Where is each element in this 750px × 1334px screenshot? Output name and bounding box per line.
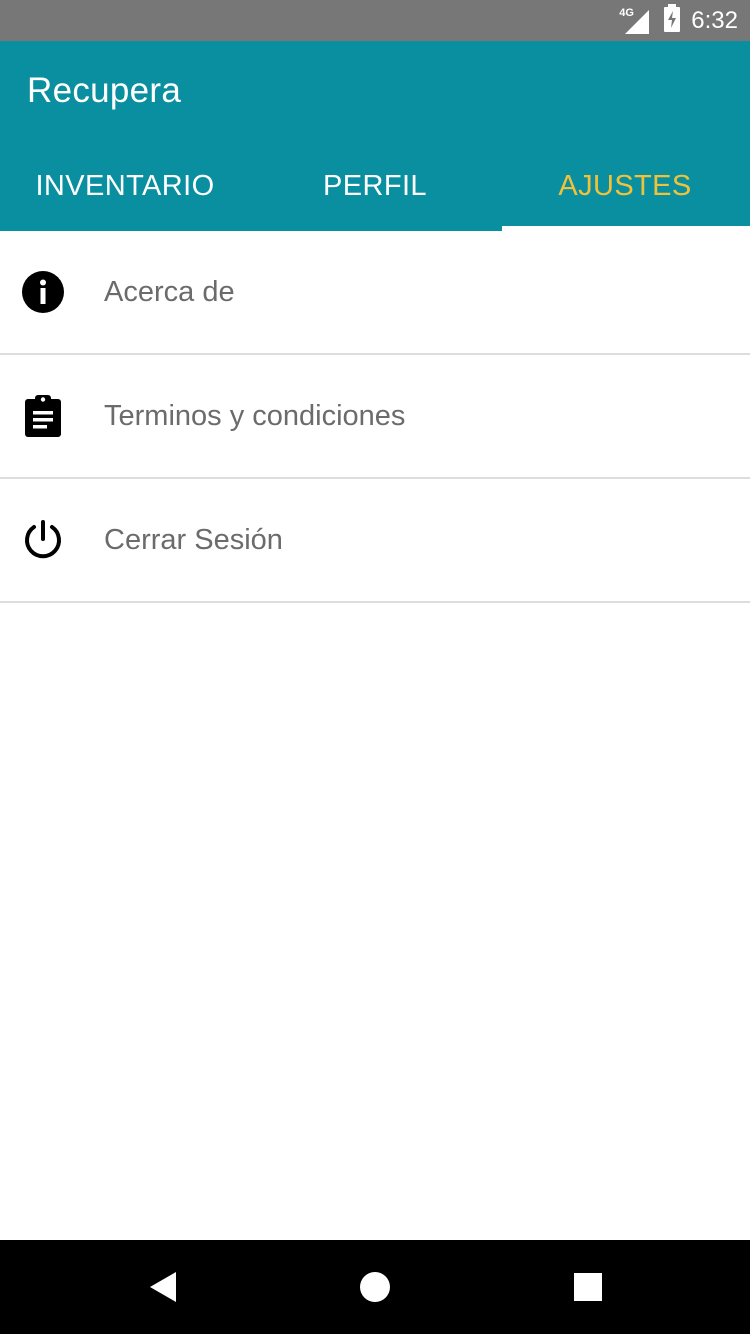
signal-icon: 4G	[619, 6, 653, 36]
settings-item-acerca-de[interactable]: Acerca de	[0, 231, 750, 355]
back-icon[interactable]	[118, 1240, 208, 1334]
recents-icon[interactable]	[543, 1240, 633, 1334]
status-bar: 4G 6:32	[0, 0, 750, 41]
app-bar: Recupera INVENTARIO PERFIL AJUSTES	[0, 41, 750, 231]
status-time: 6:32	[691, 6, 738, 34]
app-screen: 4G 6:32 Recupera INVENTARIO PERFIL AJUST…	[0, 0, 750, 1334]
settings-list: Acerca de Terminos y condiciones Cerrar …	[0, 231, 750, 603]
tab-perfil[interactable]: PERFIL	[250, 141, 500, 231]
info-icon	[20, 269, 66, 315]
power-icon	[20, 517, 66, 563]
settings-item-label: Acerca de	[104, 275, 235, 308]
navigation-bar	[0, 1240, 750, 1334]
network-type: 4G	[619, 6, 634, 19]
clipboard-icon	[20, 393, 66, 439]
settings-item-label: Cerrar Sesión	[104, 523, 283, 556]
settings-item-label: Terminos y condiciones	[104, 399, 406, 432]
tab-ajustes[interactable]: AJUSTES	[500, 141, 750, 231]
home-icon[interactable]	[330, 1240, 420, 1334]
settings-item-terminos[interactable]: Terminos y condiciones	[0, 355, 750, 479]
settings-item-cerrar-sesion[interactable]: Cerrar Sesión	[0, 479, 750, 603]
tab-bar: INVENTARIO PERFIL AJUSTES	[0, 141, 750, 231]
app-title: Recupera	[27, 71, 182, 110]
status-icons: 4G 6:32	[619, 0, 738, 41]
tab-inventario[interactable]: INVENTARIO	[0, 141, 250, 231]
battery-icon	[663, 4, 681, 37]
